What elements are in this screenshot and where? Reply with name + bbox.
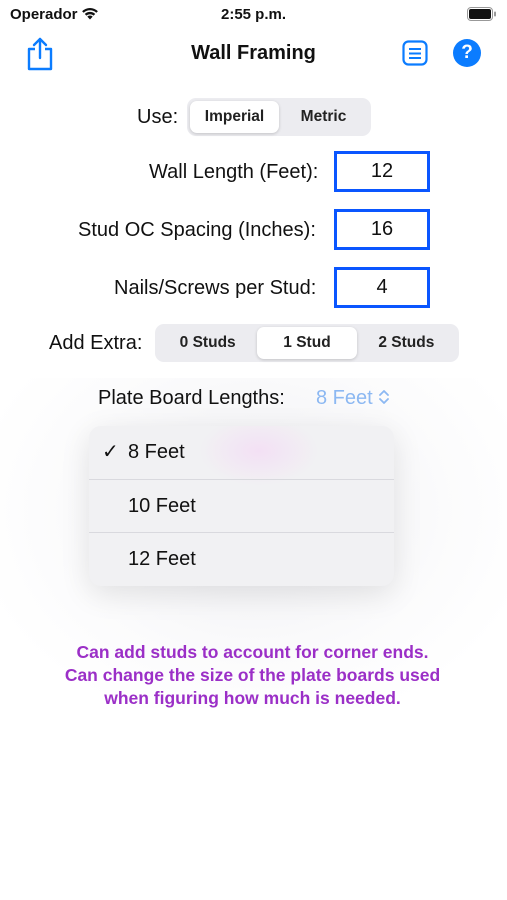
clock: 2:55 p.m.	[220, 6, 287, 23]
units-label: Use:	[137, 106, 179, 128]
plate-length-menu: ✓ 8 Feet 10 Feet 12 Feet	[89, 426, 394, 586]
page-title: Wall Framing	[191, 42, 316, 64]
add-extra-label: Add Extra:	[49, 332, 143, 354]
navigation-bar: Wall Framing ?	[0, 30, 507, 76]
extra-option-0-studs[interactable]: 0 Studs	[158, 327, 257, 359]
plate-length-value: 8 Feet	[316, 387, 373, 409]
hint-text: Can add studs to account for corner ends…	[64, 642, 441, 708]
menu-item-label: 8 Feet	[128, 441, 185, 463]
menu-item-label: 10 Feet	[128, 494, 196, 517]
chevron-up-down-icon	[378, 390, 389, 404]
stud-spacing-label: Stud OC Spacing (Inches):	[78, 219, 316, 241]
checkmark-icon: ✓	[102, 441, 119, 463]
nails-per-stud-label: Nails/Screws per Stud:	[114, 277, 317, 299]
list-icon[interactable]	[402, 40, 428, 66]
extra-option-2-studs[interactable]: 2 Studs	[357, 327, 456, 359]
menu-item-10-feet[interactable]: 10 Feet	[89, 480, 394, 533]
menu-item-label: 12 Feet	[128, 548, 196, 570]
status-bar: Operador 2:55 p.m.	[0, 0, 507, 30]
battery-icon	[467, 7, 496, 21]
extra-option-1-stud[interactable]: 1 Stud	[257, 327, 357, 359]
wall-length-field[interactable]: 12	[334, 151, 430, 192]
wall-length-label: Wall Length (Feet):	[149, 161, 319, 183]
help-icon[interactable]: ?	[453, 39, 481, 67]
menu-item-12-feet[interactable]: 12 Feet	[89, 533, 394, 586]
add-extra-segmented-control: 0 Studs 1 Stud 2 Studs	[155, 324, 459, 362]
units-option-metric[interactable]: Metric	[279, 101, 368, 133]
plate-length-picker[interactable]: 8 Feet	[316, 387, 391, 410]
units-segmented-control: Imperial Metric	[187, 98, 371, 136]
menu-item-8-feet[interactable]: ✓ 8 Feet	[89, 426, 394, 480]
stud-spacing-field[interactable]: 16	[334, 209, 430, 250]
units-option-imperial[interactable]: Imperial	[190, 101, 279, 133]
plate-length-label: Plate Board Lengths:	[98, 387, 285, 409]
nails-per-stud-field[interactable]: 4	[334, 267, 430, 308]
